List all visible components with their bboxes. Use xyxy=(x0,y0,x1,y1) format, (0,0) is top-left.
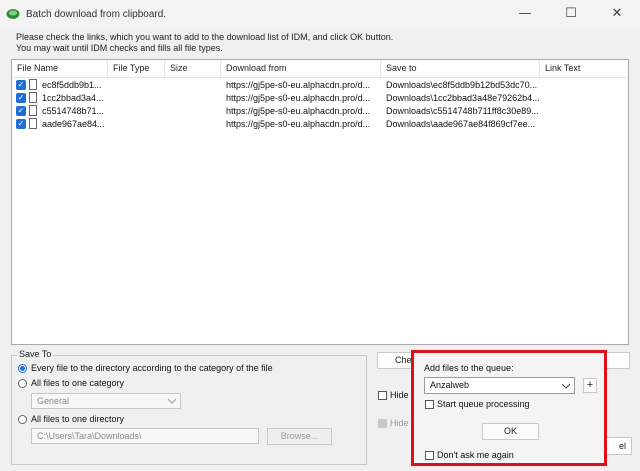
hide-checkbox-1[interactable] xyxy=(378,391,387,400)
table-header: File Name File Type Size Download from S… xyxy=(12,60,628,78)
radio-one-directory[interactable] xyxy=(18,415,27,424)
file-list-table[interactable]: File Name File Type Size Download from S… xyxy=(11,59,629,345)
file-icon xyxy=(29,92,37,103)
directory-field: C:\Users\Tara\Downloads\ xyxy=(31,428,259,444)
row-checkbox[interactable]: ✓ xyxy=(16,119,26,129)
column-size[interactable]: Size xyxy=(165,60,221,77)
minimize-button[interactable]: — xyxy=(502,0,548,28)
cell-save-to: Downloads\aade967ae84f869cf7ee... xyxy=(386,119,536,129)
cell-size xyxy=(170,118,220,131)
cell-link-text xyxy=(545,118,625,131)
instructions-line-1: Please check the links, which you want t… xyxy=(16,32,394,42)
column-file-name[interactable]: File Name xyxy=(12,60,108,77)
table-row[interactable]: ✓ ec8f5ddb9b1... https://gj5pe-s0-eu.alp… xyxy=(12,79,628,92)
cell-file-type xyxy=(113,118,163,131)
cell-link-text xyxy=(545,105,625,118)
idm-app-icon xyxy=(6,9,20,19)
hide-checkbox-2-label: Hide xyxy=(390,418,409,428)
cell-file-name: 1cc2bbad3a4... xyxy=(42,93,104,103)
start-queue-checkbox[interactable] xyxy=(425,400,434,409)
cell-save-to: Downloads\c5514748b711ff8c30e89... xyxy=(386,106,539,116)
chevron-down-icon xyxy=(168,398,176,404)
cell-link-text xyxy=(545,92,625,105)
column-link-text[interactable]: Link Text xyxy=(540,60,628,77)
window-title: Batch download from clipboard. xyxy=(26,9,167,20)
cell-file-type xyxy=(113,105,163,118)
cell-link-text xyxy=(545,79,625,92)
start-queue-label[interactable]: Start queue processing xyxy=(437,399,530,409)
radio-one-category[interactable] xyxy=(18,379,27,388)
dont-ask-label[interactable]: Don't ask me again xyxy=(437,450,514,460)
table-row[interactable]: ✓ c5514748b71... https://gj5pe-s0-eu.alp… xyxy=(12,105,628,118)
queue-label: Add files to the queue: xyxy=(424,363,514,373)
table-row[interactable]: ✓ 1cc2bbad3a4... https://gj5pe-s0-eu.alp… xyxy=(12,92,628,105)
file-icon xyxy=(29,79,37,90)
cell-download-from: https://gj5pe-s0-eu.alphacdn.pro/d... xyxy=(226,106,371,116)
close-button[interactable]: ✕ xyxy=(594,0,640,28)
instructions: Please check the links, which you want t… xyxy=(16,32,393,54)
table-row[interactable]: ✓ aade967ae84... https://gj5pe-s0-eu.alp… xyxy=(12,118,628,131)
row-checkbox[interactable]: ✓ xyxy=(16,93,26,103)
cell-save-to: Downloads\ec8f5ddb9b12bd53dc70... xyxy=(386,80,538,90)
cell-file-type xyxy=(113,92,163,105)
chevron-down-icon xyxy=(562,383,570,389)
directory-field-value: C:\Users\Tara\Downloads\ xyxy=(37,431,142,441)
queue-select[interactable]: Anzalweb xyxy=(424,377,575,394)
maximize-button[interactable]: ☐ xyxy=(548,0,594,28)
row-checkbox[interactable]: ✓ xyxy=(16,80,26,90)
cell-file-name: aade967ae84... xyxy=(42,119,105,129)
cell-size xyxy=(170,92,220,105)
column-file-type[interactable]: File Type xyxy=(108,60,165,77)
cell-size xyxy=(170,105,220,118)
column-download-from[interactable]: Download from xyxy=(221,60,381,77)
cell-download-from: https://gj5pe-s0-eu.alphacdn.pro/d... xyxy=(226,119,371,129)
file-icon xyxy=(29,105,37,116)
file-icon xyxy=(29,118,37,129)
cell-save-to: Downloads\1cc2bbad3a48e79262b4... xyxy=(386,93,539,103)
radio-one-category-label[interactable]: All files to one category xyxy=(31,378,124,388)
hide-checkbox-1-label: Hide xyxy=(390,390,409,400)
queue-select-value: Anzalweb xyxy=(430,380,470,390)
category-select-value: General xyxy=(37,396,70,406)
hide-checkbox-2 xyxy=(378,419,387,428)
cell-file-name: ec8f5ddb9b1... xyxy=(42,80,102,90)
column-save-to[interactable]: Save to xyxy=(381,60,540,77)
dont-ask-checkbox[interactable] xyxy=(425,451,434,460)
ok-button[interactable]: OK xyxy=(482,423,539,440)
radio-by-category-label[interactable]: Every file to the directory according to… xyxy=(31,363,273,373)
browse-button[interactable]: Browse... xyxy=(267,428,332,445)
title-bar: Batch download from clipboard. — ☐ ✕ xyxy=(0,0,640,28)
category-select: General xyxy=(31,393,181,409)
add-queue-button[interactable]: + xyxy=(583,378,597,393)
radio-one-directory-label[interactable]: All files to one directory xyxy=(31,414,124,424)
add-to-queue-popup: Add files to the queue: Anzalweb + Start… xyxy=(411,350,607,466)
cell-file-type xyxy=(113,79,163,92)
row-checkbox[interactable]: ✓ xyxy=(16,106,26,116)
save-to-group-title: Save To xyxy=(17,349,54,359)
instructions-line-2: You may wait until IDM checks and fills … xyxy=(16,43,223,53)
radio-by-category[interactable] xyxy=(18,364,27,373)
cell-file-name: c5514748b71... xyxy=(42,106,105,116)
background-button[interactable] xyxy=(604,352,630,369)
cell-size xyxy=(170,79,220,92)
cell-download-from: https://gj5pe-s0-eu.alphacdn.pro/d... xyxy=(226,80,371,90)
cell-download-from: https://gj5pe-s0-eu.alphacdn.pro/d... xyxy=(226,93,371,103)
